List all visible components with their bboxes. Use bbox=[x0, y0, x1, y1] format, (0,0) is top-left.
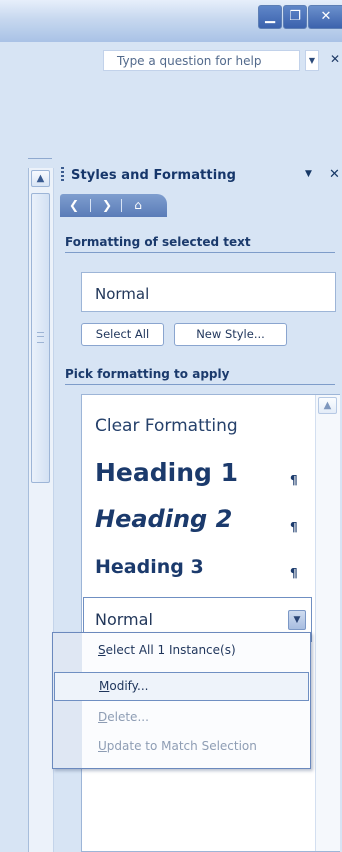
menu-item-label: pdate to Match Selection bbox=[106, 739, 257, 753]
nav-divider bbox=[90, 199, 91, 212]
home-button[interactable]: ⌂ bbox=[130, 197, 146, 213]
style-context-menu: Select All 1 Instance(s) Modify... Delet… bbox=[52, 632, 311, 769]
close-icon: ✕ bbox=[330, 52, 341, 66]
nav-divider bbox=[121, 199, 122, 212]
menu-accelerator: S bbox=[98, 643, 106, 657]
close-icon: ✕ bbox=[320, 9, 332, 24]
menu-item-label: elete... bbox=[107, 710, 149, 724]
forward-arrow-icon: ❯ bbox=[101, 198, 113, 212]
menu-item-delete: Delete... bbox=[54, 703, 309, 732]
help-dropdown-button[interactable]: ▼ bbox=[305, 50, 319, 71]
menu-accelerator: U bbox=[98, 739, 107, 753]
scroll-up-icon: ▲ bbox=[36, 173, 45, 184]
chevron-down-icon: ▼ bbox=[293, 615, 301, 625]
menu-accelerator: D bbox=[98, 710, 108, 724]
restore-button[interactable]: ❐ bbox=[283, 5, 307, 29]
chevron-down-icon: ▼ bbox=[308, 56, 316, 65]
style-dropdown-button[interactable]: ▼ bbox=[288, 610, 306, 630]
scroll-up-button[interactable]: ▲ bbox=[31, 170, 50, 187]
paragraph-mark-icon: ¶ bbox=[290, 473, 298, 487]
paragraph-mark-icon: ¶ bbox=[290, 520, 298, 534]
taskpane-menu-button[interactable]: ▼ bbox=[305, 169, 312, 179]
menu-item-modify[interactable]: Modify... bbox=[54, 672, 309, 701]
section-heading-selected: Formatting of selected text bbox=[65, 235, 335, 253]
selected-style-box[interactable]: Normal bbox=[81, 272, 336, 312]
close-icon: ✕ bbox=[329, 167, 340, 182]
style-item-heading-2[interactable]: Heading 2 bbox=[95, 505, 232, 533]
help-placeholder: Type a question for help bbox=[117, 54, 262, 68]
drag-grip-icon[interactable] bbox=[61, 167, 64, 183]
taskpane-navigation: ❮ ❯ ⌂ bbox=[60, 194, 167, 217]
menu-item-select-all-instances[interactable]: Select All 1 Instance(s) bbox=[54, 636, 309, 665]
restore-icon: ❐ bbox=[289, 9, 301, 24]
back-button[interactable]: ❮ bbox=[66, 197, 82, 213]
menu-item-label: odify... bbox=[109, 679, 149, 693]
help-bar: Type a question for help ▼ ✕ bbox=[0, 42, 342, 82]
taskpane-header: Styles and Formatting ▼ ✕ bbox=[54, 160, 342, 190]
window-titlebar: ▁ ❐ ✕ bbox=[0, 0, 342, 42]
new-style-button[interactable]: New Style... bbox=[174, 323, 287, 346]
paragraph-mark-icon: ¶ bbox=[290, 566, 298, 580]
taskpane-title: Styles and Formatting bbox=[71, 168, 237, 183]
help-question-input[interactable]: Type a question for help bbox=[103, 50, 300, 71]
scroll-up-button[interactable]: ▲ bbox=[318, 397, 337, 414]
style-list-scrollbar[interactable]: ▲ bbox=[315, 395, 340, 851]
selected-style-value: Normal bbox=[95, 285, 150, 303]
menu-item-update-to-match: Update to Match Selection bbox=[54, 732, 309, 761]
help-close-button[interactable]: ✕ bbox=[330, 52, 340, 66]
scroll-up-icon: ▲ bbox=[323, 400, 332, 411]
document-vertical-scrollbar[interactable]: ▲ bbox=[28, 168, 54, 852]
chevron-down-icon: ▼ bbox=[305, 169, 312, 179]
style-item-clear-formatting[interactable]: Clear Formatting bbox=[95, 416, 238, 436]
minimize-button[interactable]: ▁ bbox=[258, 5, 282, 29]
thumb-grip-icon bbox=[37, 332, 44, 343]
select-all-button[interactable]: Select All bbox=[81, 323, 164, 346]
back-arrow-icon: ❮ bbox=[68, 198, 80, 212]
section-heading-pick: Pick formatting to apply bbox=[65, 367, 335, 385]
home-icon: ⌂ bbox=[134, 198, 142, 212]
style-item-heading-3[interactable]: Heading 3 bbox=[95, 556, 204, 578]
menu-item-label: elect All 1 Instance(s) bbox=[105, 643, 236, 657]
style-item-normal-label: Normal bbox=[95, 610, 153, 629]
ruler-edge bbox=[28, 158, 52, 159]
forward-button[interactable]: ❯ bbox=[99, 197, 115, 213]
style-list: Clear Formatting Heading 1 ¶ Heading 2 ¶… bbox=[81, 394, 340, 852]
taskpane-close-button[interactable]: ✕ bbox=[329, 167, 340, 182]
style-item-heading-1[interactable]: Heading 1 bbox=[95, 458, 238, 487]
scrollbar-thumb[interactable] bbox=[31, 193, 50, 483]
close-window-button[interactable]: ✕ bbox=[308, 5, 342, 29]
menu-accelerator: M bbox=[99, 679, 110, 693]
minimize-icon: ▁ bbox=[265, 9, 275, 24]
